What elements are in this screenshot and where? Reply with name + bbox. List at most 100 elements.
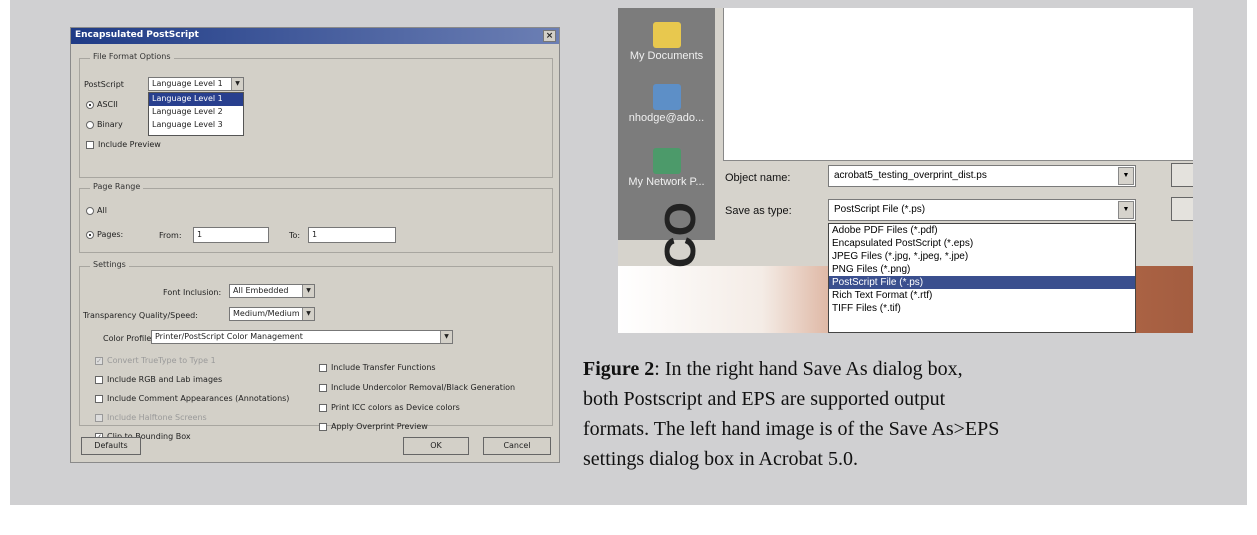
places-item-label: nhodge@ado... [628, 112, 705, 124]
postscript-level-value: Language Level 1 [152, 79, 223, 88]
include-halftone-label: Include Halftone Screens [107, 413, 207, 422]
chevron-down-icon[interactable]: ▼ [302, 308, 314, 320]
places-item-label: My Network P... [628, 176, 705, 188]
file-type-dropdown-list: Adobe PDF Files (*.pdf) Encapsulated Pos… [828, 223, 1136, 333]
from-page-field[interactable]: 1 [193, 227, 269, 243]
file-list-area[interactable] [723, 8, 1193, 161]
all-pages-radio[interactable]: All [86, 206, 107, 215]
ok-button[interactable]: OK [403, 437, 469, 455]
include-halftone-checkbox[interactable]: Include Halftone Screens [95, 413, 207, 422]
to-page-field[interactable]: 1 [308, 227, 396, 243]
color-profile-value: Printer/PostScript Color Management [155, 332, 303, 341]
save-as-dialog: My Documents nhodge@ado... My Network P.… [618, 8, 1193, 333]
background-letters: CO [656, 202, 705, 268]
color-profile-select[interactable]: Printer/PostScript Color Management ▼ [151, 330, 453, 344]
include-preview-label: Include Preview [98, 140, 161, 149]
include-comment-appearances-checkbox[interactable]: Include Comment Appearances (Annotations… [95, 394, 289, 403]
chevron-down-icon[interactable]: ▼ [440, 331, 452, 343]
checkbox-icon [86, 140, 94, 149]
file-type-option[interactable]: Encapsulated PostScript (*.eps) [829, 237, 1135, 250]
checkbox-icon [319, 363, 327, 372]
binary-label: Binary [97, 120, 123, 129]
postscript-label: PostScript [84, 80, 124, 89]
cancel-button[interactable]: Cancel [483, 437, 551, 455]
defaults-button[interactable]: Defaults [81, 437, 141, 455]
include-preview-checkbox[interactable]: Include Preview [86, 140, 161, 149]
eps-dialog-titlebar: Encapsulated PostScript × [71, 28, 559, 44]
places-item-my-network[interactable]: My Network P... [618, 148, 715, 188]
file-format-group-label: File Format Options [90, 52, 174, 61]
save-as-type-select[interactable]: PostScript File (*.ps) ▼ [828, 199, 1136, 221]
page-range-group-label: Page Range [90, 182, 144, 191]
include-rgb-lab-label: Include RGB and Lab images [107, 375, 223, 384]
include-transfer-functions-checkbox[interactable]: Include Transfer Functions [319, 363, 436, 372]
figure-label: Figure 2 [583, 358, 655, 380]
places-item-my-computer[interactable]: nhodge@ado... [618, 84, 715, 124]
chevron-down-icon[interactable]: ▼ [302, 285, 314, 297]
apply-overprint-preview-checkbox[interactable]: Apply Overprint Preview [319, 422, 428, 431]
convert-truetype-label: Convert TrueType to Type 1 [107, 356, 216, 365]
include-ucr-bg-checkbox[interactable]: Include Undercolor Removal/Black Generat… [319, 383, 515, 392]
file-type-option[interactable]: Rich Text Format (*.rtf) [829, 289, 1135, 302]
file-type-option-selected[interactable]: PostScript File (*.ps) [829, 276, 1135, 289]
include-ucr-bg-label: Include Undercolor Removal/Black Generat… [331, 383, 516, 392]
file-type-option[interactable]: JPEG Files (*.jpg, *.jpeg, *.jpe) [829, 250, 1135, 263]
language-level-dropdown-list: Language Level 1 Language Level 2 Langua… [148, 92, 244, 136]
language-level-option[interactable]: Language Level 3 [149, 119, 243, 132]
color-profile-label: Color Profile: [103, 334, 154, 343]
ascii-label: ASCII [97, 100, 118, 109]
print-icc-device-checkbox[interactable]: Print ICC colors as Device colors [319, 403, 460, 412]
save-as-type-label: Save as type: [725, 205, 792, 217]
checkbox-icon [319, 422, 327, 431]
eps-settings-dialog: Encapsulated PostScript × File Format Op… [70, 27, 560, 463]
checkbox-icon [319, 383, 327, 392]
radio-selected-icon [86, 230, 94, 239]
eps-dialog-title: Encapsulated PostScript [75, 30, 199, 40]
network-icon [652, 148, 681, 174]
checkbox-checked-icon: ✓ [95, 356, 103, 365]
file-type-option[interactable]: Adobe PDF Files (*.pdf) [829, 224, 1135, 237]
from-label: From: [159, 231, 182, 240]
chevron-down-icon[interactable]: ▼ [1118, 201, 1134, 219]
chevron-down-icon[interactable]: ▼ [231, 78, 243, 90]
font-inclusion-label: Font Inclusion: [163, 288, 222, 297]
font-inclusion-value: All Embedded [233, 286, 289, 295]
folder-icon [652, 22, 681, 48]
include-rgb-lab-checkbox[interactable]: Include RGB and Lab images [95, 375, 222, 384]
print-icc-device-label: Print ICC colors as Device colors [331, 403, 460, 412]
computer-icon [652, 84, 681, 110]
chevron-down-icon[interactable]: ▼ [1118, 167, 1134, 185]
radio-icon [86, 120, 94, 129]
save-button[interactable] [1171, 163, 1193, 187]
file-type-option[interactable]: TIFF Files (*.tif) [829, 302, 1135, 315]
pages-radio[interactable]: Pages: [86, 230, 123, 239]
radio-selected-icon [86, 100, 94, 109]
to-label: To: [289, 231, 301, 240]
binary-radio[interactable]: Binary [86, 120, 123, 129]
object-name-field[interactable]: acrobat5_testing_overprint_dist.ps ▼ [828, 165, 1136, 187]
checkbox-icon [95, 394, 103, 403]
transparency-select[interactable]: Medium/Medium ▼ [229, 307, 315, 321]
file-type-option[interactable]: PNG Files (*.png) [829, 263, 1135, 276]
convert-truetype-checkbox[interactable]: ✓ Convert TrueType to Type 1 [95, 356, 216, 365]
cancel-button[interactable] [1171, 197, 1193, 221]
ascii-radio[interactable]: ASCII [86, 100, 118, 109]
apply-overprint-preview-label: Apply Overprint Preview [331, 422, 428, 431]
include-comment-appearances-label: Include Comment Appearances (Annotations… [107, 394, 290, 403]
checkbox-icon [319, 403, 327, 412]
include-transfer-functions-label: Include Transfer Functions [331, 363, 436, 372]
places-item-label: My Documents [629, 50, 704, 62]
language-level-option[interactable]: Language Level 1 [149, 93, 243, 106]
checkbox-icon [95, 375, 103, 384]
language-level-option[interactable]: Language Level 2 [149, 106, 243, 119]
font-inclusion-select[interactable]: All Embedded ▼ [229, 284, 315, 298]
pages-label: Pages: [97, 230, 124, 239]
object-name-value: acrobat5_testing_overprint_dist.ps [834, 170, 987, 181]
save-as-type-value: PostScript File (*.ps) [834, 204, 926, 215]
close-icon[interactable]: × [543, 30, 556, 42]
radio-icon [86, 206, 94, 215]
all-label: All [97, 206, 107, 215]
page-range-group: Page Range [79, 182, 553, 253]
places-item-my-documents[interactable]: My Documents [618, 22, 715, 62]
postscript-level-select[interactable]: Language Level 1 ▼ [148, 77, 244, 91]
